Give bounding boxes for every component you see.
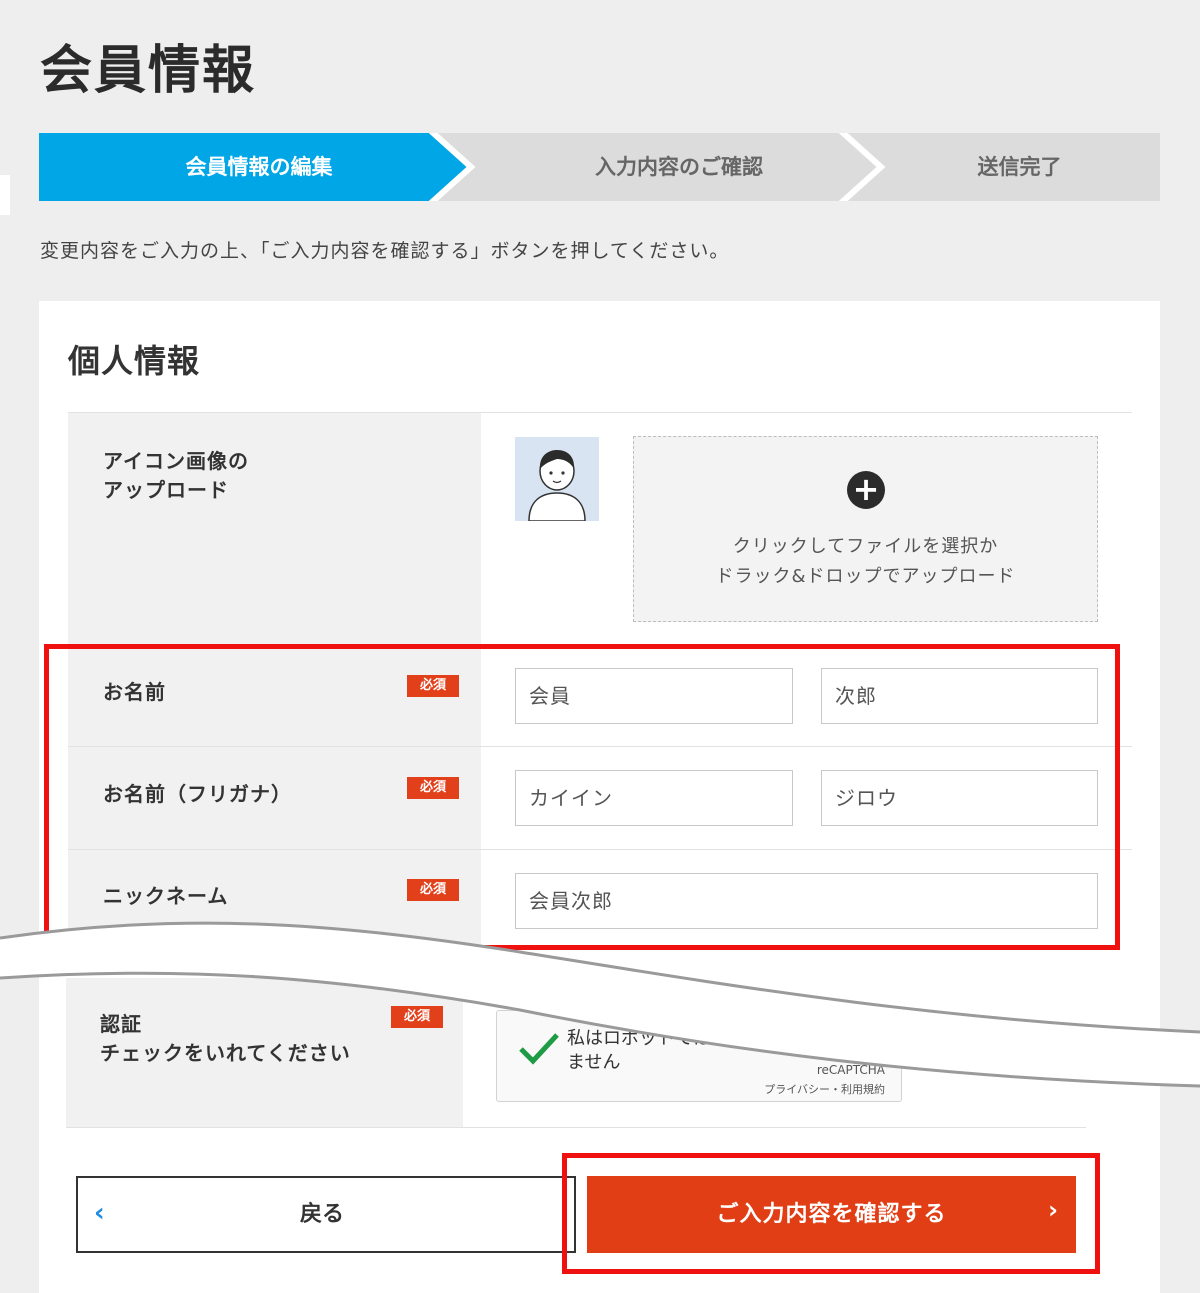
- left-edge-decoration: [0, 175, 10, 215]
- dropzone-text-line1: クリックしてファイルを選択か: [732, 536, 999, 557]
- section-title: 個人情報: [68, 342, 201, 380]
- row-divider: [66, 1127, 1086, 1128]
- avatar: [515, 437, 599, 521]
- back-button[interactable]: ‹ 戻る: [76, 1176, 576, 1253]
- wave-break-decoration: [0, 921, 1200, 1088]
- step-confirm: 入力内容のご確認: [595, 155, 763, 179]
- progress-steps: 会員情報の編集 入力内容のご確認 送信完了: [39, 133, 1160, 201]
- icon-upload-label-line1: アイコン画像の: [103, 449, 249, 473]
- confirm-button-label: ご入力内容を確認する: [716, 1202, 947, 1227]
- icon-upload-label: アイコン画像の アップロード: [103, 447, 249, 505]
- back-button-label: 戻る: [299, 1202, 344, 1227]
- file-dropzone[interactable]: + クリックしてファイルを選択か ドラック&ドロップでアップロード: [633, 436, 1098, 622]
- confirm-button[interactable]: ご入力内容を確認する ›: [587, 1176, 1076, 1253]
- step-edit: 会員情報の編集: [185, 155, 333, 179]
- plus-icon: +: [847, 471, 885, 509]
- step-complete: 送信完了: [977, 155, 1062, 179]
- instruction-text: 変更内容をご入力の上、「ご入力内容を確認する」ボタンを押してください。: [40, 240, 730, 262]
- chevron-right-icon: ›: [1048, 1196, 1058, 1224]
- icon-upload-label-line2: アップロード: [103, 478, 229, 502]
- dropzone-text-line2: ドラック&ドロップでアップロード: [715, 566, 1016, 587]
- avatar-person-icon: [515, 437, 599, 521]
- page-title: 会員情報: [40, 41, 257, 101]
